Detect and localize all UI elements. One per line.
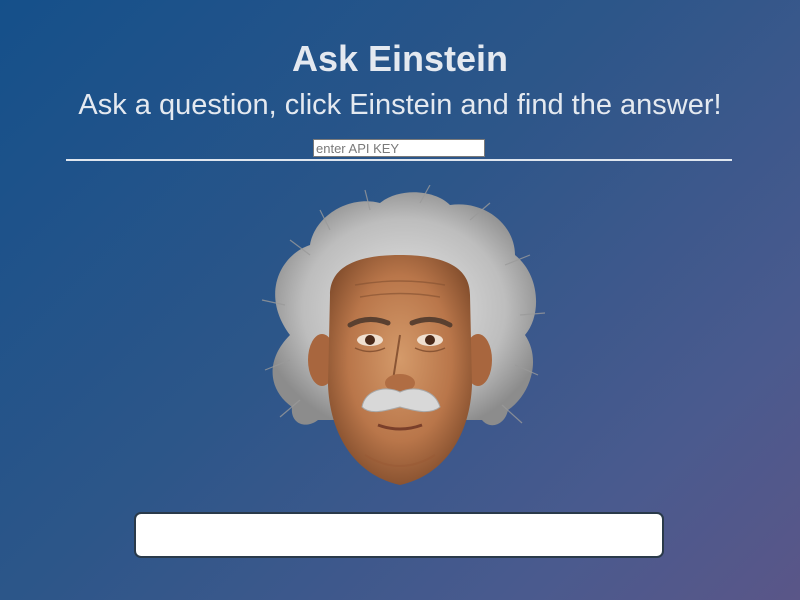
answer-field[interactable]	[134, 512, 664, 558]
header-divider	[66, 159, 732, 161]
page-title: Ask Einstein	[291, 38, 509, 79]
einstein-head-button[interactable]	[250, 184, 550, 495]
api-key-input[interactable]	[313, 139, 485, 157]
einstein-head-icon	[261, 184, 546, 485]
page-subtitle: Ask a question, click Einstein and find …	[78, 89, 722, 121]
